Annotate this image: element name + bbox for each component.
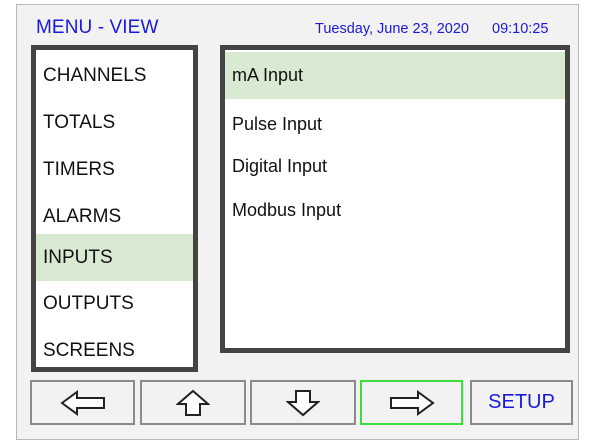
main-menu-panel: CHANNELS TOTALS TIMERS ALARMS INPUTS OUT…	[31, 45, 198, 372]
menu-item-screens[interactable]: SCREENS	[36, 327, 193, 374]
submenu-item-ma-input[interactable]: mA Input	[225, 52, 565, 99]
menu-item-timers[interactable]: TIMERS	[36, 146, 193, 193]
arrow-down-icon	[286, 389, 320, 416]
menu-item-alarms[interactable]: ALARMS	[36, 193, 193, 240]
date-display: Tuesday, June 23, 2020	[315, 21, 469, 37]
arrow-left-icon	[59, 389, 105, 416]
submenu-item-modbus-input[interactable]: Modbus Input	[225, 187, 565, 234]
menu-item-inputs[interactable]: INPUTS	[36, 234, 193, 281]
submenu-item-pulse-input[interactable]: Pulse Input	[225, 101, 565, 148]
time-display: 09:10:25	[492, 21, 549, 37]
setup-button[interactable]: SETUP	[470, 380, 573, 425]
page-title: MENU - VIEW	[36, 17, 159, 38]
menu-item-outputs[interactable]: OUTPUTS	[36, 280, 193, 327]
submenu-item-digital-input[interactable]: Digital Input	[225, 143, 565, 190]
right-button[interactable]	[360, 380, 463, 425]
setup-button-label: SETUP	[488, 391, 555, 413]
arrow-right-icon	[389, 389, 435, 416]
menu-item-channels[interactable]: CHANNELS	[36, 52, 193, 99]
left-button[interactable]	[30, 380, 135, 425]
up-button[interactable]	[140, 380, 246, 425]
down-button[interactable]	[250, 380, 356, 425]
submenu-panel: mA Input Pulse Input Digital Input Modbu…	[220, 45, 570, 353]
menu-item-totals[interactable]: TOTALS	[36, 99, 193, 146]
arrow-up-icon	[176, 389, 210, 416]
